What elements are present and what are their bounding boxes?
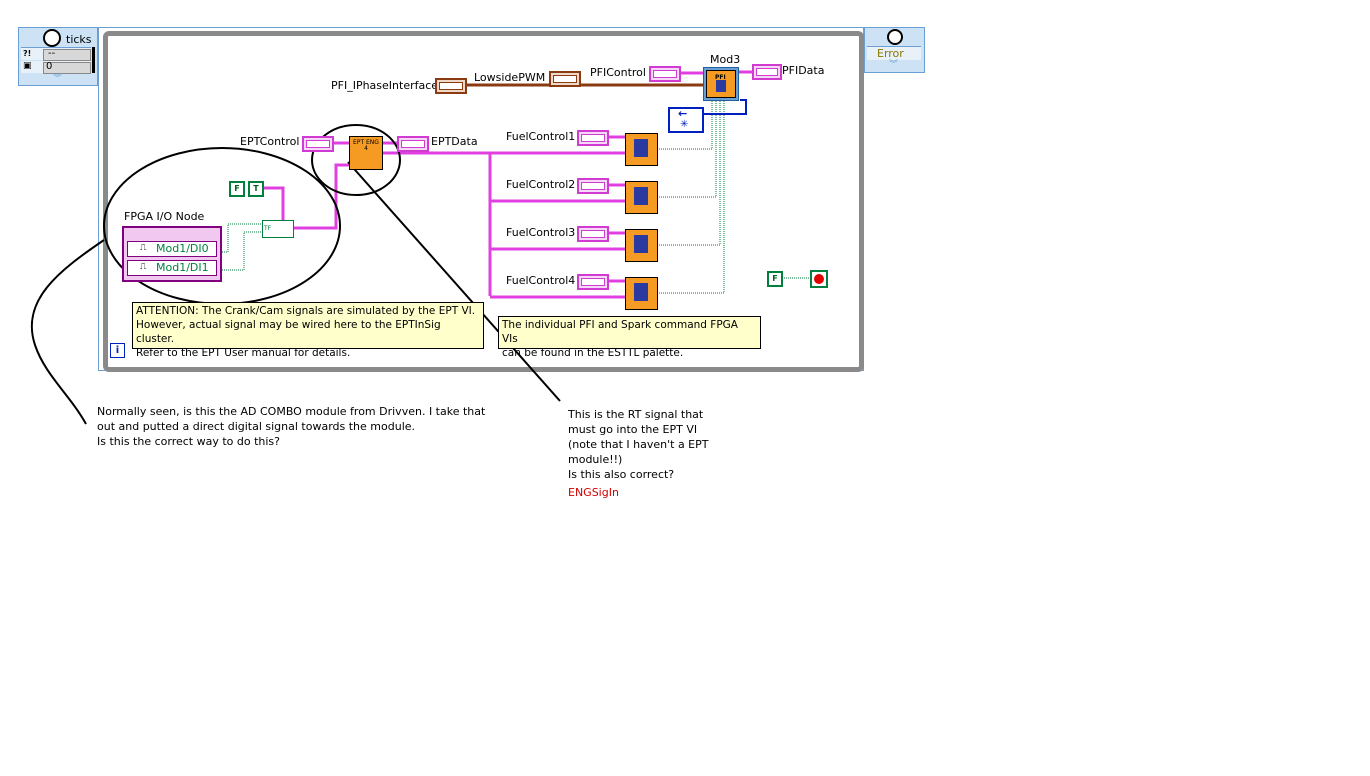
injector-icon (634, 283, 648, 301)
attention-line-2: However, actual signal may be wired here… (136, 319, 441, 345)
feedback-wire (700, 99, 747, 115)
eptcontrol-label: EPTControl (240, 135, 300, 148)
fuel-control-label-2: FuelControl2 (506, 178, 576, 191)
comment-right-line-4: module!!) (568, 453, 623, 466)
palette-line-1: The individual PFI and Spark command FPG… (502, 319, 738, 345)
pfi-data-indicator[interactable] (752, 64, 782, 80)
fuel-control-terminal-4[interactable] (577, 274, 609, 290)
comment-right: This is the RT signal that must go into … (568, 407, 738, 500)
fuel-control-label-3: FuelControl3 (506, 226, 576, 239)
injector-icon (716, 80, 726, 92)
fpga-item-2: Mod1/DI1 (156, 261, 209, 274)
bool-wire (262, 186, 291, 224)
true-constant[interactable]: T (248, 181, 264, 197)
ept-vi[interactable]: EPT ENG 4 (349, 136, 383, 170)
injector-icon (634, 187, 648, 205)
fuel-control-label-4: FuelControl4 (506, 274, 576, 287)
build-array-text: TF (264, 225, 272, 232)
comment-left: Normally seen, is this the AD COMBO modu… (97, 404, 497, 449)
pfi-vi[interactable]: PFI (703, 67, 739, 101)
waveform-icon: ⎍ (140, 262, 147, 272)
attention-line-1: ATTENTION: The Crank/Cam signals are sim… (136, 305, 476, 317)
false-constant[interactable]: F (229, 181, 245, 197)
comment-right-line-1: This is the RT signal that (568, 408, 704, 421)
lowside-label: LowsidePWM (474, 71, 546, 84)
eptdata-label: EPTData (431, 135, 478, 148)
comment-left-line-3: Is this the correct way to do this? (97, 435, 281, 448)
comment-right-line-3: (note that I haven't a EPT (568, 438, 709, 451)
feedback-node[interactable]: ← ✳ (668, 107, 704, 133)
comment-right-line-2: must go into the EPT VI (568, 423, 698, 436)
init-star-icon: ✳ (680, 119, 689, 130)
fpga-io-node[interactable]: ⎍ Mod1/DI0 ⎍ Mod1/DI1 (122, 226, 222, 282)
di0-wire (220, 223, 262, 253)
stop-icon (814, 274, 824, 284)
attention-line-3: Refer to the EPT User manual for details… (136, 347, 351, 359)
lowside-pwm-constant[interactable] (549, 71, 581, 87)
injector-icon (634, 235, 648, 253)
palette-note: The individual PFI and Spark command FPG… (498, 316, 761, 359)
comment-right-line-5: Is this also correct? (568, 468, 675, 481)
build-array-node[interactable]: TF (262, 220, 294, 238)
stop-terminal[interactable] (810, 270, 828, 288)
fpga-item-row-2[interactable]: ⎍ Mod1/DI1 (127, 260, 217, 276)
ept-vi-label: EPT ENG 4 (353, 139, 379, 152)
pfi-iphase-constant[interactable] (435, 78, 467, 94)
pficontrol-label: PFIControl (590, 66, 646, 79)
fuel-vi-4[interactable] (625, 277, 658, 310)
fuel-control-terminal-2[interactable] (577, 178, 609, 194)
stop-false-constant[interactable]: F (767, 271, 783, 287)
ept-control-terminal[interactable] (302, 136, 334, 152)
comment-left-line-1: Normally seen, is this the AD COMBO modu… (97, 405, 486, 418)
attention-note: ATTENTION: The Crank/Cam signals are sim… (132, 302, 484, 359)
ept-data-indicator[interactable] (397, 136, 429, 152)
injector-icon (634, 139, 648, 157)
eptinsig-wire (294, 163, 349, 230)
fuel-control-terminal-1[interactable] (577, 130, 609, 146)
fuel-vi-3[interactable] (625, 229, 658, 262)
pfi-control-terminal[interactable] (649, 66, 681, 82)
fpga-item-1: Mod1/DI0 (156, 242, 209, 255)
fuel-vi-1[interactable] (625, 133, 658, 166)
comment-right-red: ENGSigIn (568, 486, 619, 499)
pfidata-label: PFIData (782, 64, 825, 77)
fpga-item-row-1[interactable]: ⎍ Mod1/DI0 (127, 241, 217, 257)
info-icon[interactable]: i (110, 343, 125, 358)
mod3-label: Mod3 (710, 53, 741, 66)
annotation-pointer-left (30, 239, 105, 425)
fuel-control-terminal-3[interactable] (577, 226, 609, 242)
fpga-node-label: FPGA I/O Node (124, 210, 205, 223)
pfi-iphase-label: PFI_IPhaseInterface (331, 79, 439, 92)
di1-wire (220, 231, 262, 271)
waveform-icon: ⎍ (140, 243, 147, 253)
fuel-control-label-1: FuelControl1 (506, 130, 576, 143)
comment-left-line-2: out and putted a direct digital signal t… (97, 420, 416, 433)
fuel-vi-2[interactable] (625, 181, 658, 214)
palette-line-2: can be found in the ESTTL palette. (502, 347, 684, 359)
